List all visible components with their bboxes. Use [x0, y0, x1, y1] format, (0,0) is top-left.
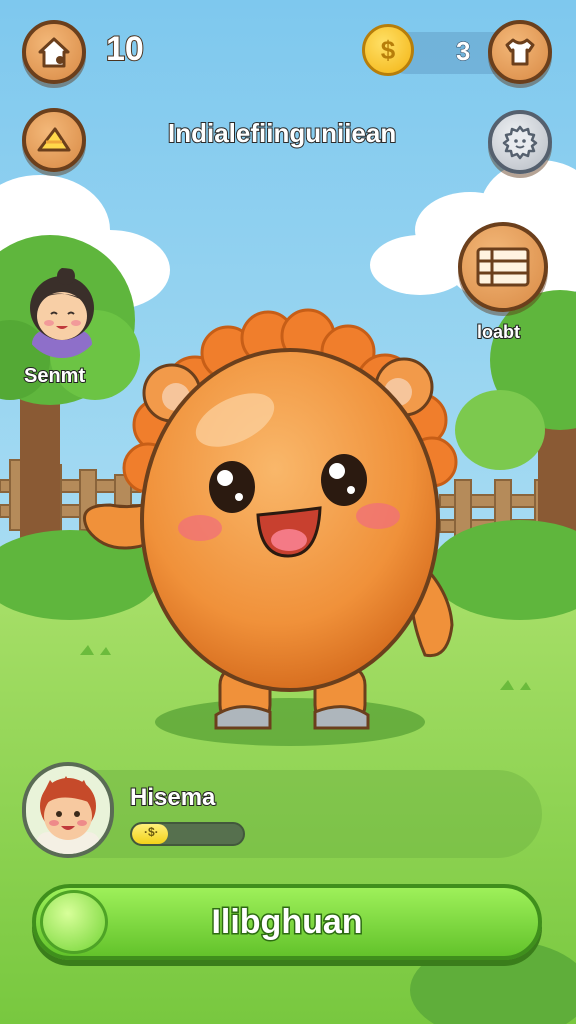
- friend-avatar[interactable]: [22, 268, 102, 358]
- game-scene: 10 $ 3 Indialefiinguniiean Senmt loabt H…: [0, 0, 576, 1024]
- main-action-label: Ilibghuan: [210, 901, 364, 942]
- inventory-button[interactable]: [458, 222, 548, 312]
- coin-count: 3: [455, 36, 471, 67]
- player-avatar[interactable]: [22, 762, 114, 858]
- home-icon: [38, 37, 70, 68]
- player-name: Hisema: [129, 783, 216, 812]
- shirt-icon: [505, 38, 535, 66]
- button-knob: [40, 890, 108, 954]
- gear-icon: [502, 125, 538, 160]
- cake-slice-icon: [37, 127, 71, 152]
- outfit-button[interactable]: [488, 20, 552, 84]
- inventory-label: loabt: [476, 321, 521, 343]
- food-button[interactable]: [22, 108, 86, 172]
- main-action-button[interactable]: Ilibghuan: [32, 884, 542, 960]
- xp-progress-bar: ·$·: [130, 822, 245, 846]
- friend-label: Senmt: [23, 364, 86, 388]
- settings-button[interactable]: [488, 110, 552, 174]
- level-counter: 10: [105, 29, 145, 69]
- coin-icon: $: [362, 24, 414, 76]
- home-button[interactable]: [22, 20, 86, 84]
- girl-avatar-icon: [30, 268, 94, 358]
- game-title: Indialefiinguniiean: [167, 117, 397, 149]
- xp-text: ·$·: [144, 825, 159, 839]
- list-menu-icon: [476, 247, 530, 287]
- xp-progress-fill: ·$·: [132, 824, 168, 844]
- boy-avatar-icon: [36, 776, 100, 854]
